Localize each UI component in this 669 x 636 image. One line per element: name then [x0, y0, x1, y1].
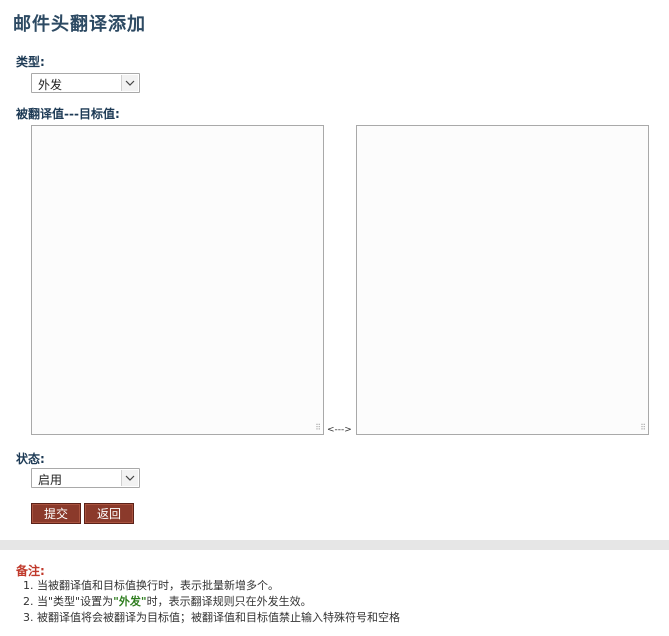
section-divider [0, 540, 669, 550]
type-select-value: 外发 [38, 78, 63, 92]
note-text: 时，表示翻译规则只在外发生效。 [146, 595, 312, 608]
status-label: 状态: [16, 452, 45, 466]
page-title: 邮件头翻译添加 [13, 14, 146, 35]
resize-grip-icon[interactable]: ⠿ [315, 424, 321, 432]
note-text: 2. 当"类型"设置为 [23, 595, 114, 608]
source-values-textarea[interactable]: ⠿ [31, 125, 324, 435]
resize-grip-icon[interactable]: ⠿ [640, 424, 646, 432]
target-values-textarea[interactable]: ⠿ [356, 125, 649, 435]
chevron-down-icon[interactable] [121, 470, 138, 486]
pairs-label: 被翻译值---目标值: [16, 107, 120, 121]
note-item: 3. 被翻译值将会被翻译为目标值；被翻译值和目标值禁止输入特殊符号和空格 [23, 611, 400, 624]
type-label: 类型: [16, 55, 45, 69]
note-item: 2. 当"类型"设置为"外发"时，表示翻译规则只在外发生效。 [23, 594, 400, 610]
pair-separator: <---> [327, 425, 352, 435]
chevron-down-icon[interactable] [121, 75, 138, 91]
type-select[interactable]: 外发 [31, 73, 140, 93]
note-item: 1. 当被翻译值和目标值换行时，表示批量新增多个。 [23, 579, 279, 592]
note-highlight: "外发" [113, 595, 147, 608]
status-select-value: 启用 [38, 473, 63, 487]
notes-list: 1. 当被翻译值和目标值换行时，表示批量新增多个。 2. 当"类型"设置为"外发… [23, 578, 400, 626]
submit-button[interactable]: 提交 [31, 503, 81, 524]
back-button[interactable]: 返回 [84, 503, 134, 524]
status-select[interactable]: 启用 [31, 468, 140, 488]
notes-title: 备注: [16, 564, 45, 578]
